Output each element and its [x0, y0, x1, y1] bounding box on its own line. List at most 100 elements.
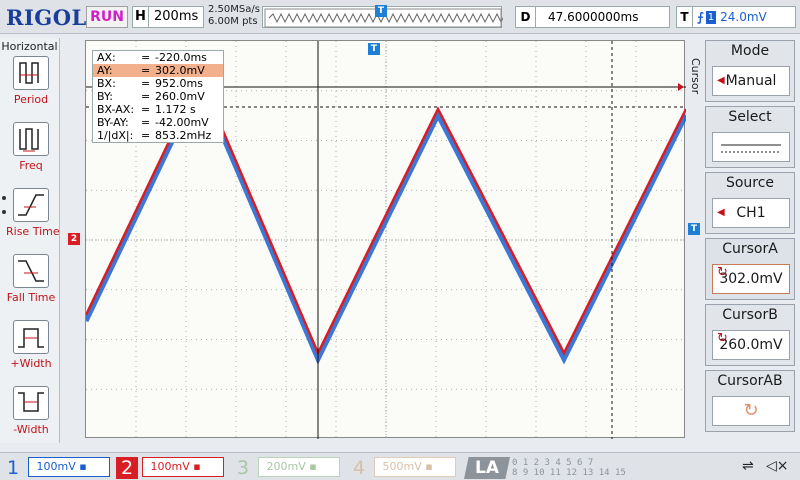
- run-status-button[interactable]: RUN: [86, 6, 128, 28]
- trigger-readout[interactable]: T ⨍ 1 24.0mV: [676, 6, 796, 28]
- menu-cursor-ab-value-box: ↻: [712, 396, 790, 426]
- cursor-readout-value: 952.0ms: [155, 77, 203, 90]
- knob-icon: ↻: [743, 400, 759, 421]
- channel-1-tab[interactable]: 1 100mV ▪: [2, 457, 110, 479]
- channel-1-number: 1: [6, 457, 20, 479]
- delay-readout[interactable]: D 47.6000000ms: [515, 6, 670, 28]
- menu-cursor-b[interactable]: CursorB ↻ 260.0mV: [705, 304, 795, 366]
- horizontal-key: H: [133, 7, 149, 27]
- memory-waveform-overview[interactable]: T: [262, 5, 506, 28]
- freq-icon: [13, 122, 49, 156]
- equals-sign: =: [141, 51, 151, 64]
- channel-bar: 1 100mV ▪ 2 100mV ▪ 3 200mV ▪ 4 500mV ▪ …: [0, 452, 800, 480]
- menu-mode-value: Manual: [725, 73, 777, 89]
- logic-analyzer-tab[interactable]: LA: [464, 457, 510, 479]
- trigger-level-marker[interactable]: T: [688, 223, 700, 235]
- cursor-readout-name: BX-AX:: [97, 103, 135, 116]
- menu-cursor-ab-title: CursorAB: [717, 373, 783, 389]
- channel-3-tab[interactable]: 3 200mV ▪: [232, 457, 340, 479]
- scroll-indicator-dot: [2, 196, 6, 200]
- knob-icon: ↻: [717, 265, 728, 280]
- channel-2-scale-value: 100mV: [150, 460, 190, 473]
- usb-icon: ⇌: [742, 458, 754, 474]
- horizontal-timebase[interactable]: H 200ms: [132, 6, 204, 28]
- measure-freq-button[interactable]: Freq: [6, 122, 56, 172]
- menu-cursor-a-value-box: ↻ 302.0mV: [712, 264, 790, 294]
- cursor-readout-row: BX: = 952.0ms: [93, 77, 223, 90]
- cursor-readout-row: 1/|dX|: = 853.2mHz: [93, 129, 223, 142]
- channel-2-scale: 100mV ▪: [141, 457, 224, 477]
- measure-rise-time-button[interactable]: Rise Time: [6, 188, 60, 238]
- la-bits-bottom: 8 9 10 11 12 13 14 15: [512, 468, 626, 478]
- menu-mode-title: Mode: [730, 43, 770, 59]
- equals-sign: =: [141, 103, 151, 116]
- negative-width-icon: [13, 386, 49, 420]
- trigger-level: 24.0mV: [720, 10, 767, 24]
- menu-source[interactable]: Source ◀ CH1: [705, 172, 795, 234]
- measure-negative-width-button[interactable]: -Width: [6, 386, 56, 436]
- menu-cursor-ab[interactable]: CursorAB ↻: [705, 370, 795, 432]
- channel-1-scale: 100mV ▪: [27, 457, 110, 477]
- cursor-readout-value: 260.0mV: [155, 90, 205, 103]
- menu-mode[interactable]: Mode ◀ Manual: [705, 40, 795, 102]
- menu-cursor-b-title: CursorB: [722, 307, 778, 323]
- cursor-readout-value: -42.00mV: [155, 116, 209, 129]
- la-bits-top: 0 1 2 3 4 5 6 7: [512, 458, 594, 468]
- menu-source-value-box: ◀ CH1: [712, 198, 790, 228]
- speaker-muted-icon[interactable]: ◁×: [766, 458, 789, 474]
- measure-period-label: Period: [13, 93, 49, 106]
- channel-2-tab[interactable]: 2 100mV ▪: [116, 457, 224, 479]
- cursor-readout-value: 302.0mV: [155, 64, 205, 77]
- cursor-readout-name: 1/|dX|:: [97, 129, 134, 142]
- measure-positive-width-button[interactable]: +Width: [6, 320, 56, 370]
- equals-sign: =: [141, 77, 151, 90]
- measure-negative-width-label: -Width: [13, 423, 49, 436]
- memory-trigger-marker: T: [375, 5, 387, 17]
- measure-rise-time-label: Rise Time: [6, 225, 60, 238]
- trigger-position-marker[interactable]: T: [368, 43, 380, 55]
- channel-3-number: 3: [236, 457, 250, 479]
- measure-fall-time-button[interactable]: Fall Time: [6, 254, 56, 304]
- channel-4-tab[interactable]: 4 500mV ▪: [348, 457, 456, 479]
- menu-cursor-a[interactable]: CursorA ↻ 302.0mV: [705, 238, 795, 300]
- channel-4-number: 4: [352, 457, 366, 479]
- waveform-display[interactable]: AX: = -220.0ms AY: = 302.0mV BX: = 952.0ms BY: = 26…: [85, 40, 686, 439]
- measure-positive-width-label: +Width: [10, 357, 52, 370]
- cursor-readout-name: AX:: [97, 51, 116, 64]
- channel-4-scale: 500mV ▪: [373, 457, 456, 477]
- cursor-readout-value: 853.2mHz: [155, 129, 212, 142]
- menu-mode-value-box: ◀ Manual: [712, 66, 790, 96]
- channel-1-scale-value: 100mV: [36, 460, 76, 473]
- cursor-readout-row: AY: = 302.0mV: [93, 64, 223, 77]
- measure-period-button[interactable]: Period: [6, 56, 56, 106]
- cursor-readout-value: 1.172 s: [155, 103, 196, 116]
- cursor-a-arrow-icon: [678, 83, 684, 91]
- cursor-readout-name: BX:: [97, 77, 116, 90]
- delay-key: D: [516, 7, 536, 27]
- logic-analyzer-bits: 0 1 2 3 4 5 6 7 8 9 10 11 12 13 14 15: [512, 458, 626, 478]
- timebase-value: 200ms: [154, 9, 199, 24]
- menu-source-value: CH1: [736, 205, 766, 221]
- status-bar: RIGOL RUN H 200ms 2.50MSa/s 6.00M pts T D…: [0, 0, 800, 34]
- menu-cursor-b-value-box: ↻ 260.0mV: [712, 330, 790, 360]
- cursor-readout-row: BX-AX: = 1.172 s: [93, 103, 223, 116]
- brand-logo: RIGOL: [6, 5, 87, 30]
- cursor-readout-row: BY: = 260.0mV: [93, 90, 223, 103]
- menu-select[interactable]: Select: [705, 106, 795, 168]
- equals-sign: =: [141, 129, 151, 142]
- menu-title-cursor: Cursor: [689, 58, 702, 95]
- cursor-readout-row: BY-AY: = -42.00mV: [93, 116, 223, 129]
- menu-cursor-a-value: 302.0mV: [719, 271, 783, 287]
- positive-width-icon: [13, 320, 49, 354]
- cursor-readout-value: -220.0ms: [155, 51, 207, 64]
- cursor-readout-name: BY:: [97, 90, 113, 103]
- channel-3-scale-value: 200mV: [266, 460, 306, 473]
- cursor-readout-table: AX: = -220.0ms AY: = 302.0mV BX: = 952.0ms BY: = 26…: [92, 50, 224, 143]
- measure-freq-label: Freq: [19, 159, 43, 172]
- delay-value: 47.6000000ms: [548, 10, 639, 24]
- rise-time-icon: [13, 188, 49, 222]
- menu-cursor-a-title: CursorA: [722, 241, 778, 257]
- left-arrow-icon: ◀: [717, 207, 725, 218]
- channel-4-scale-value: 500mV: [382, 460, 422, 473]
- ch2-offset-marker[interactable]: 2: [68, 233, 80, 245]
